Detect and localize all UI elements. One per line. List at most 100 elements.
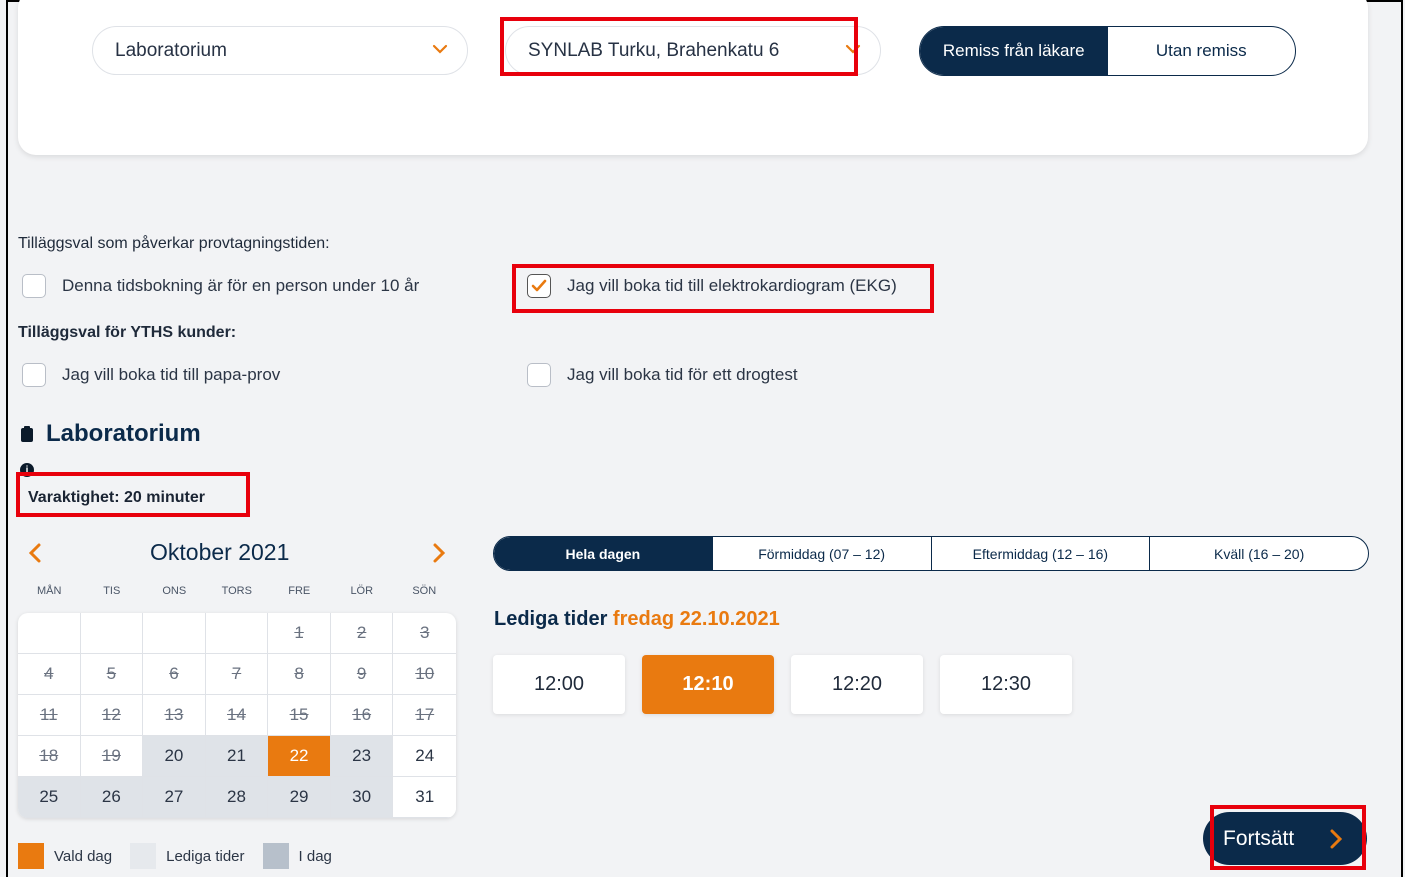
- location-dropdown-value: SYNLAB Turku, Brahenkatu 6: [528, 39, 780, 61]
- calendar-day-available[interactable]: 25: [18, 777, 81, 818]
- calendar-day-available[interactable]: 30: [330, 777, 394, 818]
- calendar-day-past: 12: [80, 695, 144, 736]
- calendar-day-available[interactable]: 29: [268, 777, 331, 818]
- tab-morning[interactable]: Förmiddag (07 – 12): [713, 537, 932, 570]
- calendar-day-available[interactable]: 20: [143, 736, 206, 777]
- duration-text: Varaktighet: 20 minuter: [28, 489, 205, 506]
- option-drug-test-label: Jag vill boka tid för ett drogtest: [567, 365, 798, 384]
- time-slot-selected[interactable]: 12:10: [642, 655, 774, 714]
- calendar-day-past: 7: [205, 654, 269, 695]
- filter-card: [18, 0, 1368, 155]
- weekday-fri: FRE: [288, 585, 311, 597]
- window-frame-right: [1401, 0, 1403, 877]
- calendar-day-past: 14: [205, 695, 269, 736]
- calendar-day-past: 15: [268, 695, 331, 736]
- calendar-day-past: 6: [143, 654, 206, 695]
- legend-selected: Vald dag: [18, 843, 112, 869]
- legend-available-label: Lediga tider: [166, 847, 245, 865]
- calendar-day-past: 1: [268, 613, 331, 654]
- chevron-right-icon: [1330, 829, 1343, 849]
- prev-month-icon[interactable]: [24, 538, 46, 568]
- option-ekg[interactable]: Jag vill boka tid till elektrokardiogram…: [527, 274, 897, 298]
- calendar-day-past: 16: [330, 695, 394, 736]
- calendar-day-past: 18: [18, 736, 81, 777]
- calendar-day[interactable]: 24: [393, 736, 456, 777]
- option-papa-label: Jag vill boka tid till papa-prov: [62, 365, 281, 384]
- section-title-text: Laboratorium: [46, 420, 201, 447]
- legend-swatch-today: [262, 843, 289, 869]
- legend-today-label: I dag: [298, 847, 332, 865]
- calendar-day-past: 2: [330, 613, 394, 654]
- yths-heading: Tilläggsval för YTHS kunder:: [18, 324, 237, 341]
- next-month-icon[interactable]: [428, 538, 450, 568]
- chevron-down-icon: [845, 44, 861, 54]
- calendar-day-past: 8: [268, 654, 331, 695]
- weekday-thu: TORS: [221, 585, 252, 597]
- calendar-month: Oktober 2021: [150, 539, 290, 565]
- option-papa[interactable]: Jag vill boka tid till papa-prov: [22, 363, 280, 387]
- option-under-10-label: Denna tidsbokning är för en person under…: [62, 276, 420, 295]
- available-times-heading: Lediga tider fredag 22.10.2021: [494, 608, 780, 631]
- weekday-mon: MÅN: [37, 585, 62, 597]
- chevron-down-icon: [432, 44, 448, 54]
- legend-swatch-available: [130, 843, 157, 869]
- calendar-day-past: 13: [143, 695, 206, 736]
- calendar-legend: Vald dag Lediga tider I dag: [18, 843, 350, 869]
- info-icon[interactable]: i: [20, 463, 34, 477]
- weekday-sat: LÖR: [350, 585, 374, 597]
- window-frame-left: [6, 0, 8, 877]
- calendar-day[interactable]: 31: [393, 777, 456, 818]
- options-heading: Tilläggsval som påverkar provtagningstid…: [18, 235, 330, 252]
- calendar-day-past: 9: [330, 654, 394, 695]
- time-slot[interactable]: 12:20: [791, 655, 923, 714]
- option-ekg-label: Jag vill boka tid till elektrokardiogram…: [567, 276, 897, 295]
- time-slot[interactable]: 12:30: [940, 655, 1072, 714]
- clipboard-icon: [21, 426, 33, 442]
- time-of-day-tabs: Hela dagen Förmiddag (07 – 12) Eftermidd…: [493, 536, 1369, 571]
- tab-whole-day[interactable]: Hela dagen: [494, 537, 713, 570]
- service-dropdown[interactable]: Laboratorium: [92, 26, 468, 75]
- referral-option-with[interactable]: Remiss från läkare: [920, 27, 1108, 75]
- calendar-day-past: 19: [80, 736, 144, 777]
- legend-today: I dag: [262, 843, 332, 869]
- referral-toggle: Remiss från läkare Utan remiss: [919, 26, 1296, 76]
- calendar-day-available[interactable]: 21: [205, 736, 269, 777]
- checkbox-ekg[interactable]: [527, 274, 551, 298]
- calendar-day-past: 11: [18, 695, 81, 736]
- legend-swatch-selected: [18, 843, 44, 869]
- section-title: Laboratorium: [20, 420, 201, 448]
- calendar-day-empty: [143, 613, 206, 654]
- referral-option-without[interactable]: Utan remiss: [1108, 27, 1296, 75]
- calendar-day-past: 4: [18, 654, 81, 695]
- calendar-day-available[interactable]: 23: [330, 736, 394, 777]
- weekday-sun: SÖN: [412, 585, 437, 597]
- continue-button-label: Fortsätt: [1223, 826, 1295, 850]
- calendar-day-past: 17: [393, 695, 456, 736]
- calendar-day-available[interactable]: 27: [143, 777, 206, 818]
- available-times-label: Lediga tider: [494, 608, 608, 630]
- calendar-day-available[interactable]: 26: [80, 777, 144, 818]
- tab-evening[interactable]: Kväll (16 – 20): [1150, 537, 1368, 570]
- calendar-day-past: 3: [393, 613, 456, 654]
- checkbox-papa[interactable]: [22, 363, 46, 387]
- checkbox-drug-test[interactable]: [527, 363, 551, 387]
- location-dropdown[interactable]: SYNLAB Turku, Brahenkatu 6: [505, 26, 881, 75]
- calendar-day-past: 10: [393, 654, 456, 695]
- option-under-10[interactable]: Denna tidsbokning är för en person under…: [22, 274, 419, 298]
- calendar-grid: 1 2 3 4 5 6 7 8 9 10 11 12 13 14 15 16 1…: [18, 613, 456, 818]
- checkbox-under-10[interactable]: [22, 274, 46, 298]
- calendar-day-available[interactable]: 28: [205, 777, 269, 818]
- calendar-day-selected[interactable]: 22: [268, 736, 331, 777]
- time-slot[interactable]: 12:00: [493, 655, 625, 714]
- legend-selected-label: Vald dag: [54, 847, 113, 865]
- calendar-day-past: 5: [80, 654, 144, 695]
- tab-afternoon[interactable]: Eftermiddag (12 – 16): [932, 537, 1151, 570]
- continue-button[interactable]: Fortsätt: [1203, 812, 1367, 865]
- weekday-header: MÅN TIS ONS TORS FRE LÖR SÖN: [18, 585, 456, 597]
- calendar-day-empty: [205, 613, 269, 654]
- weekday-wed: ONS: [162, 585, 187, 597]
- checkmark-icon: [531, 279, 547, 292]
- option-drug-test[interactable]: Jag vill boka tid för ett drogtest: [527, 363, 798, 387]
- available-times-date: fredag 22.10.2021: [612, 608, 780, 630]
- weekday-tue: TIS: [103, 585, 121, 597]
